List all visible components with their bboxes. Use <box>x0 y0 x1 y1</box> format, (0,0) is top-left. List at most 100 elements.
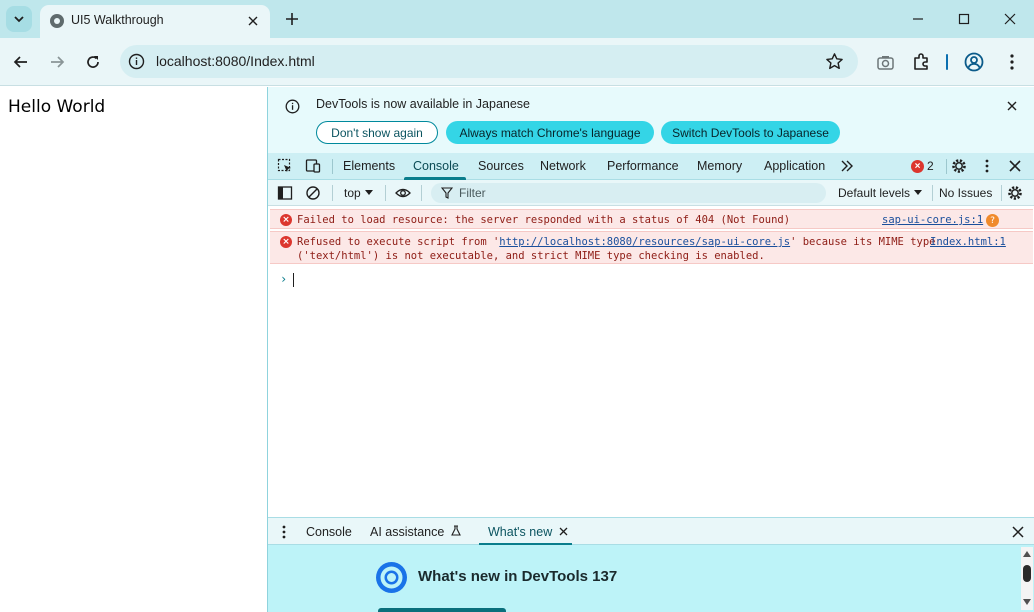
arrow-left-icon <box>13 56 27 68</box>
tab-elements[interactable]: Elements <box>343 159 395 173</box>
arrow-right-icon <box>51 56 65 68</box>
console-input-caret[interactable] <box>293 273 294 287</box>
more-tabs-icon[interactable] <box>839 158 855 174</box>
sidebar-toggle-icon[interactable] <box>277 185 293 201</box>
filter-input[interactable]: Filter <box>431 183 826 203</box>
drawer-tab-whats-new[interactable]: What's new <box>488 525 568 539</box>
toolbar-divider <box>385 185 386 201</box>
error-count: 2 <box>927 159 934 173</box>
gear-icon[interactable] <box>951 158 967 174</box>
ai-explain-icon[interactable]: ? <box>986 214 999 227</box>
log-levels-select[interactable]: Default levels <box>838 186 923 200</box>
context-select[interactable]: top <box>344 186 373 200</box>
tab-search-button[interactable] <box>6 6 32 32</box>
page-heading: Hello World <box>8 97 106 117</box>
dont-show-again-button[interactable]: Don't show again <box>316 121 438 144</box>
tab-close-button[interactable] <box>244 12 262 30</box>
match-language-button[interactable]: Always match Chrome's language <box>446 121 654 144</box>
browser-tab[interactable]: UI5 Walkthrough <box>40 5 270 38</box>
chrome-devtools-logo <box>376 562 407 593</box>
minimize-icon <box>913 18 923 20</box>
close-icon <box>1004 13 1016 25</box>
tab-title: UI5 Walkthrough <box>71 13 164 27</box>
new-tab-button[interactable] <box>282 9 302 29</box>
chrome-menu-button[interactable] <box>1001 51 1023 73</box>
camera-button[interactable] <box>874 51 896 73</box>
site-info-icon[interactable] <box>128 53 145 70</box>
kebab-menu-icon[interactable] <box>280 524 288 540</box>
puzzle-icon <box>914 53 928 70</box>
toolbar-divider <box>932 185 933 201</box>
console-error-message: × Refused to execute script from 'http:/… <box>270 231 1033 264</box>
error-icon: × <box>280 214 292 226</box>
drawer-tab-ai-assistance[interactable]: AI assistance <box>370 525 461 539</box>
tab-application[interactable]: Application <box>764 159 825 173</box>
profile-button[interactable] <box>963 51 985 73</box>
error-count-badge[interactable]: × 2 <box>911 158 941 174</box>
message-text: Failed to load resource: the server resp… <box>297 214 791 226</box>
console-toolbar: top Filter Default levels No Issues <box>268 180 1034 206</box>
levels-value: Default levels <box>838 186 911 200</box>
close-devtools-icon[interactable] <box>1007 158 1023 174</box>
inspect-element-icon[interactable] <box>277 158 293 174</box>
drawer-tab-console[interactable]: Console <box>306 525 352 539</box>
tab-console[interactable]: Console <box>413 159 459 173</box>
kebab-menu-icon[interactable] <box>979 158 995 174</box>
plus-icon <box>286 13 298 25</box>
context-value: top <box>344 186 361 200</box>
close-window-button[interactable] <box>999 8 1021 30</box>
address-bar[interactable]: localhost:8080/Index.html <box>120 45 858 78</box>
chevron-down-icon <box>14 16 24 23</box>
reload-icon <box>87 56 99 68</box>
message-text-before: Refused to execute script from ' <box>297 236 500 248</box>
maximize-icon <box>958 13 970 25</box>
url-text[interactable]: localhost:8080/Index.html <box>156 53 315 69</box>
message-text-after: ' because its MIME type <box>790 236 936 248</box>
whats-new-panel: What's new in DevTools 137 <box>268 545 1034 612</box>
issues-button[interactable]: No Issues <box>939 186 992 200</box>
reload-button[interactable] <box>81 50 105 74</box>
message-source-link[interactable]: Index.html:1 <box>930 236 1006 248</box>
infobar-message: DevTools is now available in Japanese <box>316 97 531 111</box>
toolbar-divider <box>1001 185 1002 201</box>
eye-icon[interactable] <box>395 185 411 201</box>
console-prompt-icon: › <box>280 272 288 286</box>
message-source-link[interactable]: sap-ui-core.js:1 <box>882 214 983 226</box>
camera-icon <box>876 55 894 70</box>
forward-button[interactable] <box>45 50 69 74</box>
toolbar-separator <box>946 54 948 70</box>
tab-memory[interactable]: Memory <box>697 159 742 173</box>
tab-performance[interactable]: Performance <box>607 159 679 173</box>
kebab-menu-icon <box>1010 54 1014 70</box>
filter-icon <box>441 187 453 199</box>
close-icon[interactable] <box>559 527 568 536</box>
device-toolbar-icon[interactable] <box>305 158 321 174</box>
language-infobar: DevTools is now available in Japanese Do… <box>268 87 1034 153</box>
clear-console-icon[interactable] <box>305 185 321 201</box>
switch-language-button[interactable]: Switch DevTools to Japanese <box>661 121 840 144</box>
close-icon[interactable] <box>1005 99 1019 113</box>
toolbar-divider <box>421 185 422 201</box>
whats-new-banner-edge <box>378 608 506 612</box>
message-url-link[interactable]: http://localhost:8080/resources/sap-ui-c… <box>499 236 790 248</box>
drawer-tab-ai-label: AI assistance <box>370 525 445 539</box>
globe-icon <box>50 14 64 28</box>
filter-placeholder: Filter <box>459 186 486 200</box>
close-drawer-icon[interactable] <box>1011 525 1025 539</box>
tab-strip: UI5 Walkthrough <box>0 0 1034 38</box>
error-icon: × <box>911 159 924 173</box>
devtools-tab-bar: Elements Console Sources Network Perform… <box>268 153 1034 180</box>
drawer-tab-whats-new-label: What's new <box>488 525 553 539</box>
scroll-up-icon[interactable] <box>1023 551 1031 557</box>
extensions-button[interactable] <box>910 51 932 73</box>
console-settings-icon[interactable] <box>1007 185 1023 201</box>
minimize-button[interactable] <box>907 8 929 30</box>
bookmark-star-icon[interactable] <box>825 52 844 71</box>
scroll-thumb[interactable] <box>1023 565 1031 582</box>
drawer-scrollbar[interactable] <box>1021 547 1033 610</box>
tab-network[interactable]: Network <box>540 159 586 173</box>
scroll-down-icon[interactable] <box>1023 599 1031 605</box>
tab-sources[interactable]: Sources <box>478 159 524 173</box>
maximize-button[interactable] <box>953 8 975 30</box>
back-button[interactable] <box>9 50 33 74</box>
